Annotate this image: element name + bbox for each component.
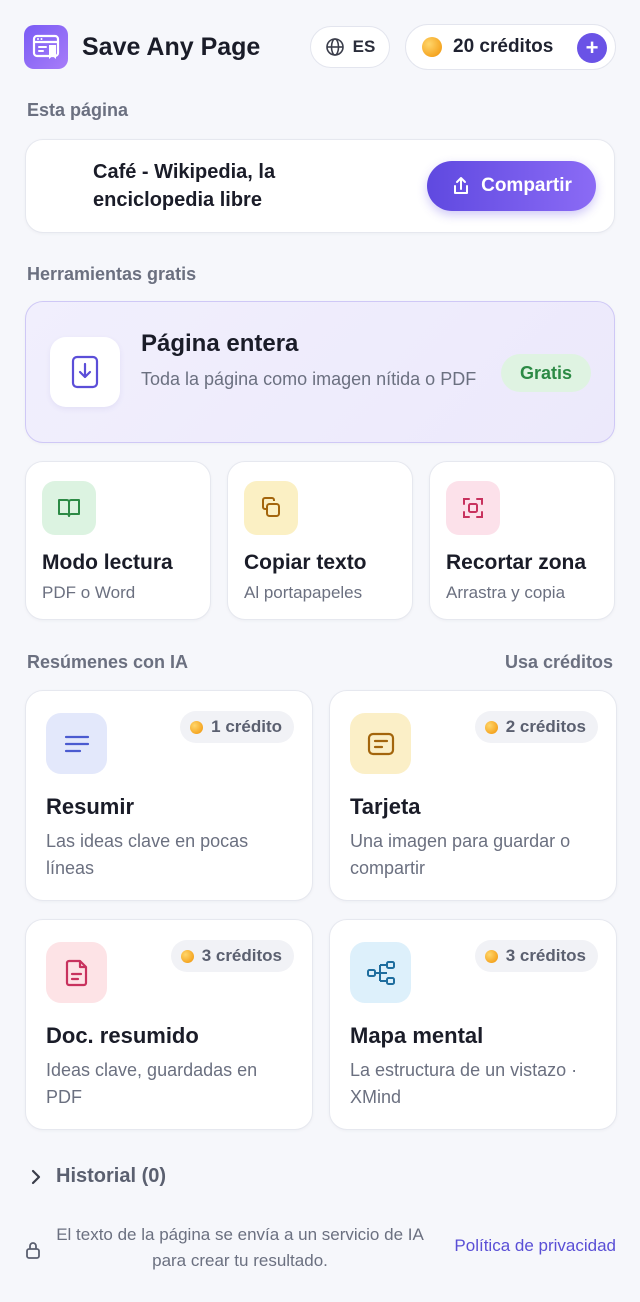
tool-title: Modo lectura — [42, 551, 173, 574]
ai-description: Ideas clave, guardadas en PDF — [46, 1060, 258, 1107]
language-button[interactable]: ES — [310, 26, 390, 68]
tool-copy-text[interactable]: Copiar texto Al portapapeles — [227, 461, 413, 620]
coin-icon — [180, 949, 194, 963]
tool-subtitle: Arrastra y copia — [446, 583, 566, 602]
section-this-page: Esta página — [27, 100, 129, 120]
ai-title: Tarjeta — [350, 794, 421, 819]
ai-mindmap-card[interactable]: 3 créditos Mapa mental La estructura de … — [329, 919, 617, 1130]
download-icon — [50, 337, 120, 407]
ai-summary-doc-card[interactable]: 3 créditos Doc. resumido Ideas clave, gu… — [25, 919, 313, 1130]
share-button[interactable]: Compartir — [427, 161, 596, 211]
history-toggle[interactable]: Historial (0) — [30, 1165, 166, 1188]
add-credits-button[interactable]: + — [577, 33, 607, 63]
lock-icon — [26, 1242, 40, 1259]
ai-title: Doc. resumido — [46, 1023, 199, 1048]
coin-icon — [422, 37, 442, 57]
ai-credits-note: Usa créditos — [504, 652, 613, 672]
ai-privacy-notice: El texto de la página se envía a un serv… — [56, 1225, 424, 1270]
cost-badge: 3 créditos — [170, 940, 294, 972]
history-label: Historial (0) — [56, 1165, 167, 1187]
privacy-policy-link[interactable]: Política de privacidad — [454, 1236, 616, 1256]
free-badge: Gratis — [501, 354, 591, 392]
cost-label: 3 créditos — [505, 946, 586, 965]
globe-icon — [325, 38, 344, 56]
current-page-card: Café - Wikipedia, la enciclopedia libre … — [25, 139, 615, 233]
full-page-card[interactable]: Página entera Toda la página como imagen… — [25, 301, 615, 443]
tool-title: Copiar texto — [244, 551, 367, 574]
credits-pill[interactable]: 20 créditos + — [405, 24, 616, 70]
ai-description: Las ideas clave en pocas líneas — [46, 831, 249, 878]
cost-label: 2 créditos — [505, 717, 586, 736]
ai-title: Resumir — [46, 794, 135, 819]
cost-label: 1 crédito — [211, 717, 282, 736]
copy-icon — [244, 481, 298, 535]
app-title: Save Any Page — [82, 32, 261, 61]
document-icon — [46, 942, 107, 1003]
card-icon — [350, 713, 411, 774]
crop-icon — [446, 481, 500, 535]
book-icon — [42, 481, 96, 535]
full-page-title: Página entera — [141, 330, 299, 357]
section-ai-summaries: Resúmenes con IA — [27, 652, 189, 672]
tool-crop-area[interactable]: Recortar zona Arrastra y copia — [429, 461, 615, 620]
coin-icon — [484, 949, 498, 963]
ai-title: Mapa mental — [350, 1023, 484, 1048]
full-page-description: Toda la página como imagen nítida o PDF — [141, 369, 477, 389]
header: Save Any Page ES 20 créditos + — [24, 24, 616, 70]
cost-badge: 1 crédito — [180, 711, 294, 743]
page-title: Café - Wikipedia, la enciclopedia libre — [93, 161, 276, 211]
mindmap-icon — [350, 942, 411, 1003]
tool-subtitle: Al portapapeles — [244, 583, 363, 602]
lines-icon — [46, 713, 107, 774]
section-free-tools: Herramientas gratis — [27, 264, 197, 284]
credits-label: 20 créditos — [453, 36, 554, 57]
ai-description: La estructura de un vistazo · XMind — [350, 1060, 578, 1107]
share-label: Compartir — [481, 175, 572, 196]
ai-description: Una imagen para guardar o compartir — [350, 831, 571, 878]
cost-badge: 3 créditos — [474, 940, 598, 972]
tool-reading-mode[interactable]: Modo lectura PDF o Word — [25, 461, 211, 620]
ai-summarize-card[interactable]: 1 crédito Resumir Las ideas clave en poc… — [25, 690, 313, 901]
cost-badge: 2 créditos — [474, 711, 598, 743]
tool-subtitle: PDF o Word — [42, 583, 136, 602]
cost-label: 3 créditos — [201, 946, 282, 965]
share-icon — [454, 177, 469, 194]
app-logo-icon — [24, 25, 68, 69]
language-label: ES — [352, 37, 376, 56]
ai-card-card[interactable]: 2 créditos Tarjeta Una imagen para guard… — [329, 690, 617, 901]
chevron-right-icon — [31, 1169, 41, 1184]
tool-title: Recortar zona — [446, 551, 587, 574]
coin-icon — [484, 720, 498, 734]
coin-icon — [190, 720, 204, 734]
